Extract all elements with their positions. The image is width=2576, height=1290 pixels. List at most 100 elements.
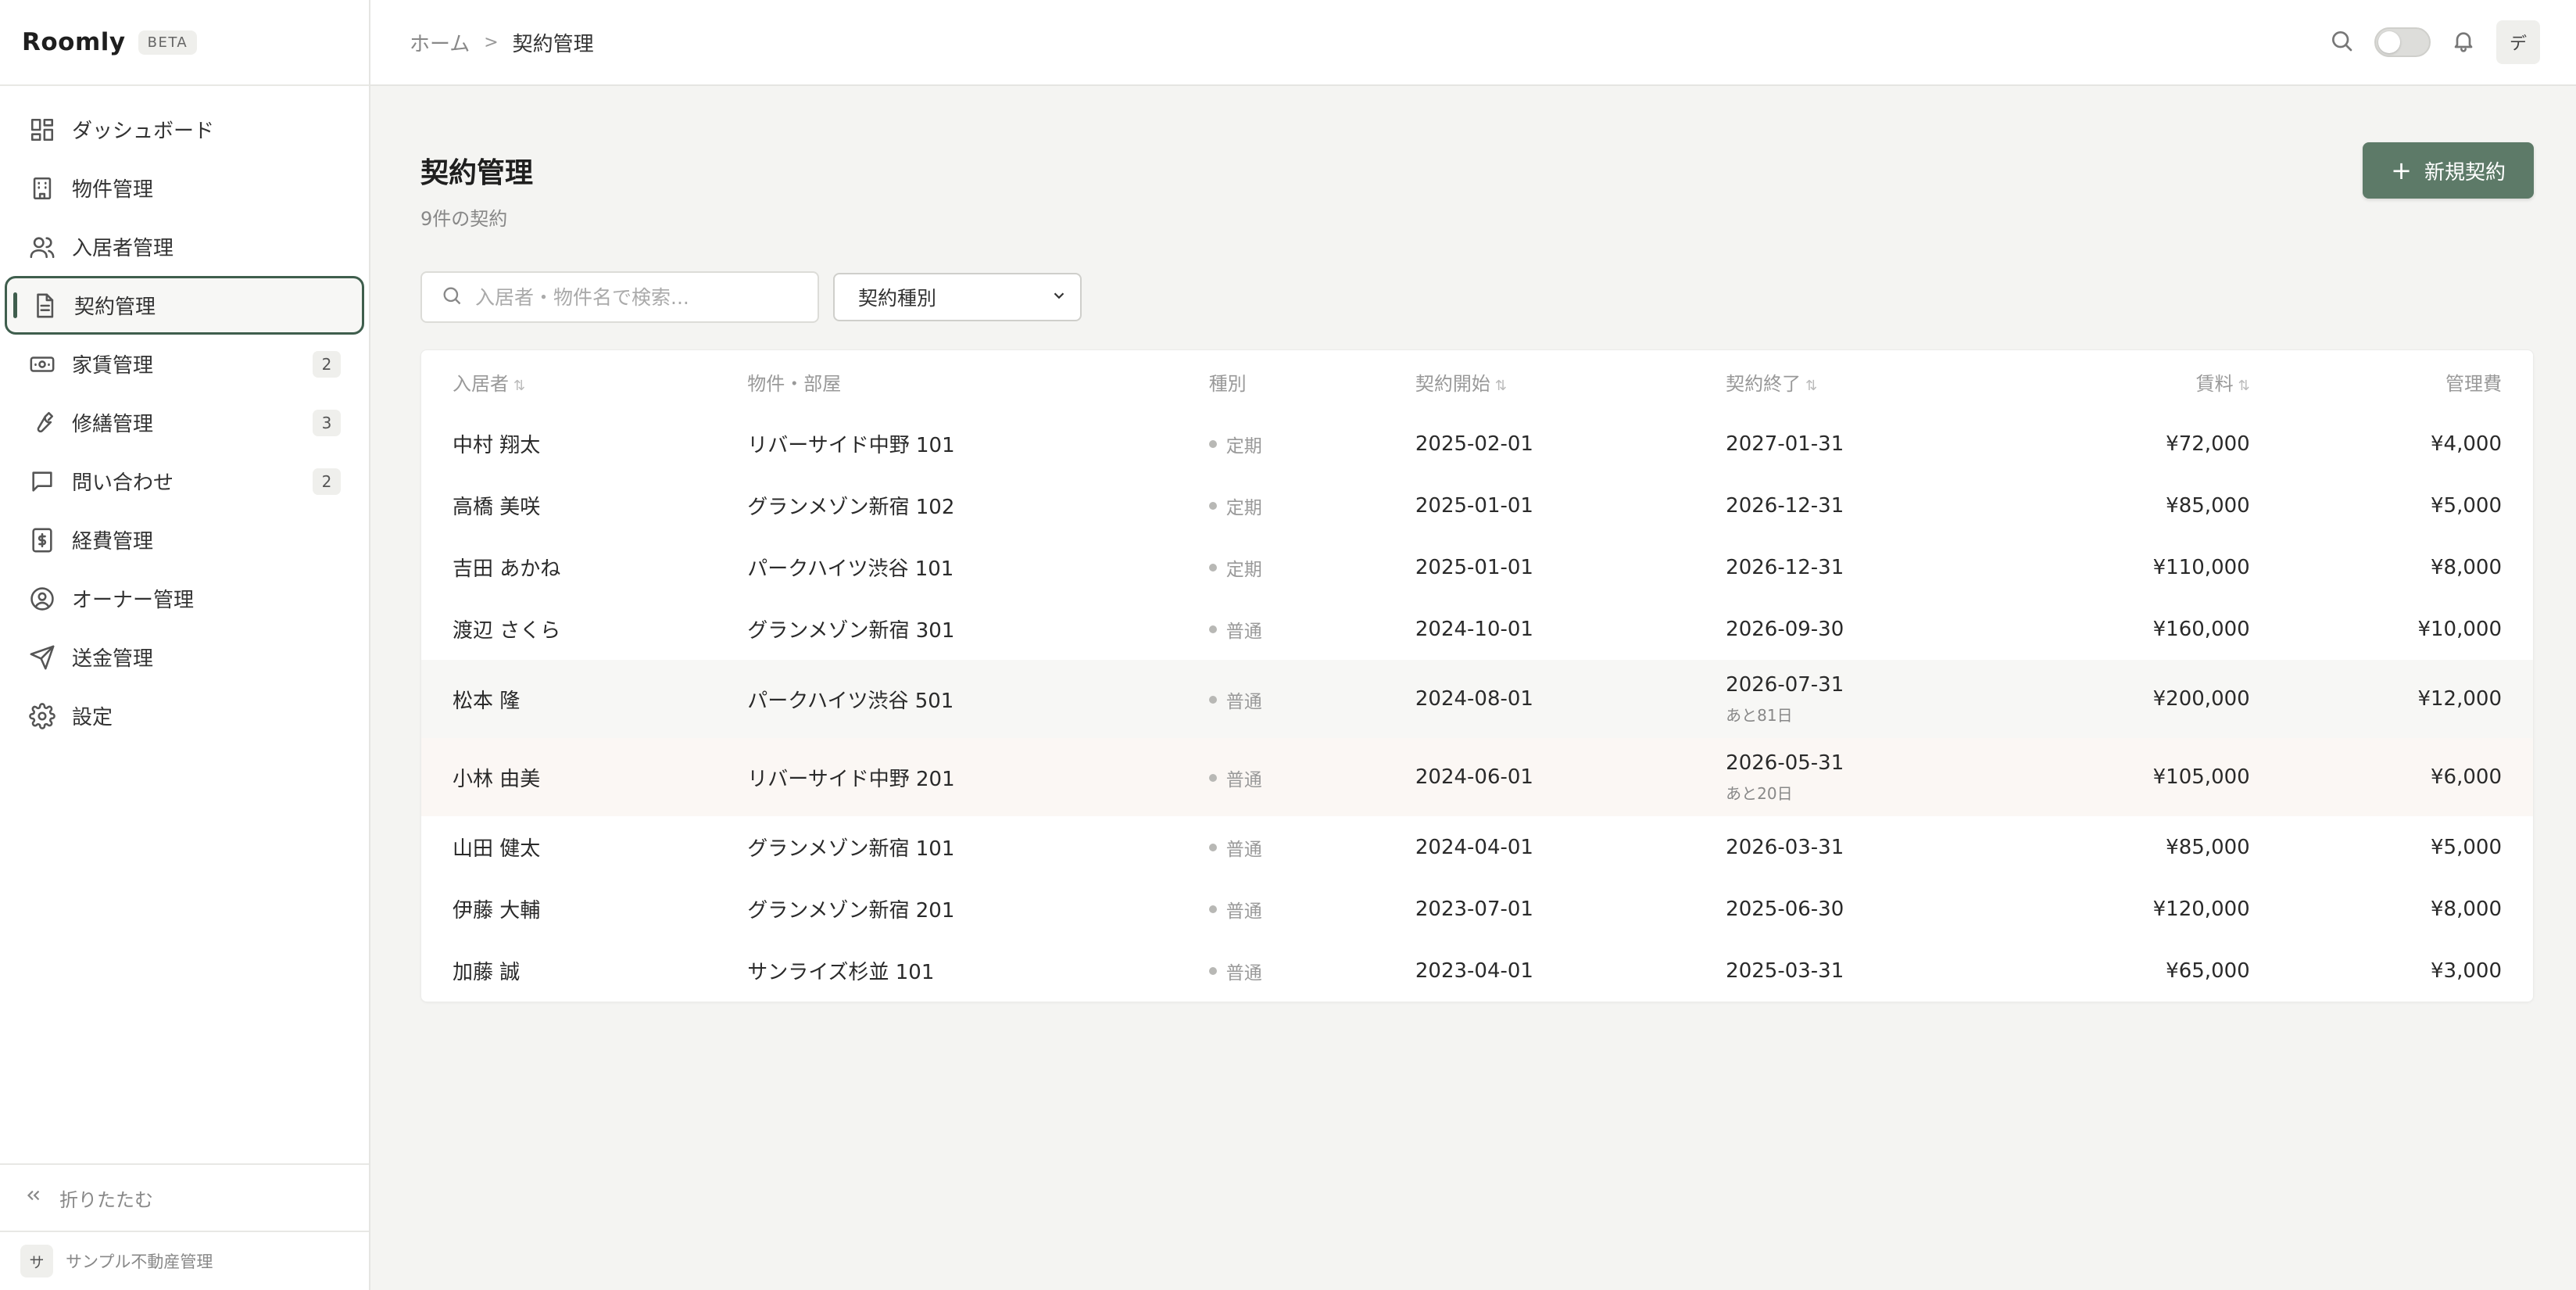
table-header-row: 入居者 ⇅ 物件・部屋 種別 契約開始 ⇅ 契約終了 ⇅ 賃料 ⇅ 管理費 — [421, 350, 2533, 413]
cell-end: 2026-09-30 — [1694, 598, 1991, 660]
table-row[interactable]: 松本 隆 パークハイツ渋谷 501 普通 2024-08-01 2026-07-31 あと… — [421, 660, 2533, 738]
cell-fee: ¥3,000 — [2281, 940, 2533, 1002]
sidebar-item[interactable]: オーナー管理 — [5, 569, 364, 628]
bell-icon[interactable] — [2451, 28, 2476, 56]
contract-type-select-value: 契約種別 — [858, 287, 937, 310]
contract-type: 普通 — [1208, 834, 1262, 861]
remaining-days: あと81日 — [1726, 705, 1793, 725]
fee-amount: ¥6,000 — [2431, 765, 2502, 789]
sidebar-item[interactable]: 経費管理 — [5, 511, 364, 569]
new-contract-label: 新規契約 — [2424, 160, 2506, 185]
user-avatar[interactable]: デ — [2496, 20, 2540, 64]
chevron-down-icon — [1050, 286, 1068, 309]
table-row[interactable]: 伊藤 大輔 グランメゾン新宿 201 普通 2023-07-01 2025-06-30 ¥… — [421, 878, 2533, 940]
property-name: パークハイツ渋谷 501 — [747, 689, 954, 713]
sidebar-item[interactable]: 問い合わせ 2 — [5, 452, 364, 511]
search-field-icon — [441, 285, 463, 310]
contract-type: 普通 — [1208, 616, 1262, 643]
col-header-end-label: 契約終了 — [1726, 372, 1801, 395]
fee-amount: ¥4,000 — [2431, 432, 2502, 456]
property-name: グランメゾン新宿 301 — [747, 619, 955, 643]
page-subtitle: 9件の契約 — [420, 208, 508, 230]
theme-toggle[interactable] — [2374, 27, 2431, 57]
sidebar-item[interactable]: 入居者管理 — [5, 217, 364, 276]
table-row[interactable]: 山田 健太 グランメゾン新宿 101 普通 2024-04-01 2026-03-31 ¥… — [421, 816, 2533, 878]
fee-amount: ¥5,000 — [2431, 493, 2502, 518]
contract-type-label: 普通 — [1225, 769, 1262, 790]
sidebar-item[interactable]: 送金管理 — [5, 628, 364, 686]
end-date: 2026-09-30 — [1726, 617, 1844, 641]
table-row[interactable]: 加藤 誠 サンライズ杉並 101 普通 2023-04-01 2025-03-31 ¥65… — [421, 940, 2533, 1002]
cell-rent: ¥85,000 — [1991, 475, 2281, 536]
cell-tenant: 伊藤 大輔 — [421, 878, 716, 940]
table-row[interactable]: 中村 翔太 リバーサイド中野 101 定期 2025-02-01 2027-01-31 ¥… — [421, 413, 2533, 475]
search-icon[interactable] — [2329, 28, 2354, 56]
contract-type-label: 定期 — [1225, 560, 1262, 580]
rent-amount: ¥65,000 — [2166, 959, 2250, 983]
contract-type: 普通 — [1208, 896, 1262, 923]
start-date: 2025-02-01 — [1415, 432, 1533, 456]
sidebar-item-label: 設定 — [72, 706, 113, 729]
cell-end: 2026-07-31 あと81日 — [1694, 660, 1992, 738]
cell-fee: ¥10,000 — [2281, 598, 2533, 660]
contracts-table: 入居者 ⇅ 物件・部屋 種別 契約開始 ⇅ 契約終了 ⇅ 賃料 ⇅ 管理費 中村 翔太リ… — [421, 350, 2533, 1002]
chevrons-left-icon — [23, 1185, 44, 1210]
breadcrumb-home-link[interactable]: ホーム — [410, 28, 470, 57]
sidebar-item[interactable]: 修繕管理 3 — [5, 393, 364, 452]
contract-type: 普通 — [1208, 765, 1262, 791]
cell-rent: ¥72,000 — [1991, 413, 2281, 475]
sidebar-item[interactable]: 家賃管理 2 — [5, 335, 364, 393]
rent-amount: ¥160,000 — [2152, 617, 2250, 641]
col-header-end[interactable]: 契約終了 ⇅ — [1694, 350, 1991, 413]
table-row[interactable]: 小林 由美 リバーサイド中野 201 普通 2024-06-01 2026-05-31 あ… — [421, 738, 2533, 816]
cell-property: グランメゾン新宿 101 — [716, 816, 1177, 878]
property-name: サンライズ杉並 101 — [747, 961, 935, 984]
cell-type: 普通 — [1178, 878, 1384, 940]
table-row[interactable]: 高橋 美咲 グランメゾン新宿 102 定期 2025-01-01 2026-12-31 ¥… — [421, 475, 2533, 536]
col-header-type-label: 種別 — [1208, 372, 1247, 395]
start-date: 2024-06-01 — [1415, 765, 1533, 789]
sidebar-item[interactable]: 設定 — [5, 686, 364, 745]
cell-property: パークハイツ渋谷 101 — [716, 536, 1177, 598]
col-header-tenant[interactable]: 入居者 ⇅ — [421, 350, 716, 413]
end-date: 2026-12-31 — [1726, 555, 1844, 579]
contracts-table-card: 入居者 ⇅ 物件・部屋 種別 契約開始 ⇅ 契約終了 ⇅ 賃料 ⇅ 管理費 中村 翔太リ… — [420, 349, 2534, 1002]
cell-start: 2025-01-01 — [1384, 475, 1694, 536]
fee-amount: ¥12,000 — [2417, 687, 2502, 711]
search-input[interactable] — [475, 285, 799, 309]
sidebar-item[interactable]: 物件管理 — [5, 159, 364, 217]
collapse-sidebar-button[interactable]: 折りたたむ — [0, 1163, 369, 1231]
tenant-name: 伊藤 大輔 — [453, 899, 541, 923]
contract-type-select[interactable]: 契約種別 — [833, 273, 1082, 321]
cell-type: 定期 — [1178, 413, 1384, 475]
status-dot — [1208, 440, 1217, 448]
cell-property: リバーサイド中野 101 — [716, 413, 1177, 475]
cell-property: サンライズ杉並 101 — [716, 940, 1177, 1002]
end-date: 2026-05-31 — [1726, 751, 1844, 775]
rent-amount: ¥110,000 — [2152, 555, 2250, 579]
cell-fee: ¥12,000 — [2281, 660, 2533, 738]
org-avatar: サ — [20, 1245, 53, 1277]
cell-rent: ¥110,000 — [1991, 536, 2281, 598]
cell-start: 2024-08-01 — [1383, 660, 1695, 738]
building-icon — [28, 174, 56, 202]
sidebar-item[interactable]: 契約管理 — [5, 276, 364, 335]
cell-type: 定期 — [1178, 475, 1384, 536]
tenant-name: 渡辺 さくら — [453, 619, 561, 643]
contract-type-label: 普通 — [1225, 840, 1262, 860]
cell-tenant: 松本 隆 — [421, 660, 717, 738]
col-header-start[interactable]: 契約開始 ⇅ — [1384, 350, 1694, 413]
table-row[interactable]: 吉田 あかね パークハイツ渋谷 101 定期 2025-01-01 2026-12-31… — [421, 536, 2533, 598]
property-name: パークハイツ渋谷 101 — [747, 557, 954, 581]
col-header-rent[interactable]: 賃料 ⇅ — [1991, 350, 2281, 413]
col-header-start-label: 契約開始 — [1415, 372, 1490, 395]
table-row[interactable]: 渡辺 さくら グランメゾン新宿 301 普通 2024-10-01 2026-09-30… — [421, 598, 2533, 660]
cell-fee: ¥8,000 — [2281, 536, 2533, 598]
col-header-fee-label: 管理費 — [2445, 372, 2502, 395]
start-date: 2025-01-01 — [1415, 555, 1533, 579]
start-date: 2024-04-01 — [1415, 835, 1533, 859]
sidebar-item-label: 契約管理 — [74, 296, 156, 319]
new-contract-button[interactable]: + 新規契約 — [2363, 142, 2534, 199]
cell-property: パークハイツ渋谷 501 — [716, 660, 1178, 738]
sidebar-item[interactable]: ダッシュボード — [5, 100, 364, 159]
